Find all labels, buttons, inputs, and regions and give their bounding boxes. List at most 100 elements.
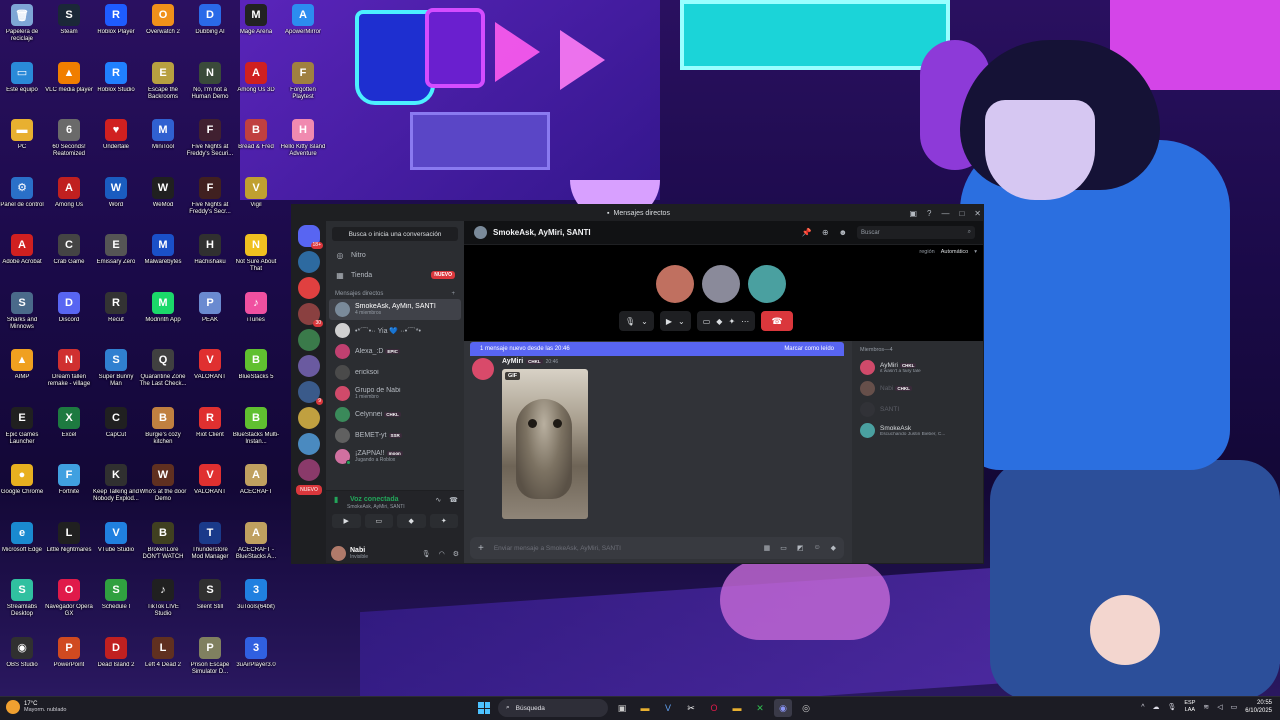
inbox-icon[interactable]: ▣ bbox=[909, 209, 917, 218]
desktop-icon[interactable]: ● Google Chrome bbox=[0, 464, 46, 496]
soundboard-icon[interactable]: ✦ bbox=[728, 317, 735, 326]
server-icon[interactable]: 9 bbox=[298, 381, 323, 405]
desktop-icon[interactable]: W Who's at the door Demo bbox=[139, 464, 187, 503]
desktop-icon[interactable]: P PEAK bbox=[186, 291, 234, 324]
dm-item[interactable]: Celynnei CHKL bbox=[329, 404, 461, 425]
gift-icon[interactable]: ▦ bbox=[764, 544, 771, 552]
desktop-icon[interactable]: N Dream fallen remake - village bbox=[45, 349, 93, 388]
server-icon[interactable] bbox=[298, 459, 320, 481]
desktop-icon[interactable]: A ApowerMirror bbox=[279, 4, 327, 36]
search-input[interactable]: Buscar ⌕ bbox=[857, 226, 975, 239]
member-item[interactable]: AyMiri CHKL it wasn't a fairy tale bbox=[860, 357, 977, 378]
server-icon[interactable] bbox=[298, 329, 320, 351]
dm-item[interactable]: BEMET-yt SSR bbox=[329, 425, 461, 446]
gif-icon[interactable]: ▭ bbox=[780, 544, 787, 552]
server-icon[interactable] bbox=[298, 251, 320, 273]
help-icon[interactable]: ? bbox=[927, 209, 931, 218]
desktop-icon[interactable]: e Microsoft Edge bbox=[0, 521, 46, 554]
desktop-icon[interactable]: S Steam bbox=[45, 4, 93, 36]
desktop-icon[interactable]: ♪ TikTok LIVE Studio bbox=[139, 579, 187, 618]
desktop-icon[interactable]: F Five Nights at Freddy's Secr... bbox=[186, 176, 234, 216]
dm-item[interactable]: Grupo de Nabi 1 miembro bbox=[329, 383, 461, 404]
desktop-icon[interactable]: 3 3uAirPlayer3.0 bbox=[232, 636, 280, 669]
desktop-icon[interactable]: R Riot Client bbox=[186, 406, 234, 439]
desktop-icon[interactable]: R Recut bbox=[92, 291, 140, 324]
desktop-icon[interactable]: E Emissary Zero bbox=[92, 234, 140, 266]
desktop-icon[interactable]: B Bread & Fred bbox=[232, 119, 280, 151]
chevron-up-icon[interactable]: ^ bbox=[1141, 704, 1144, 711]
desktop-icon[interactable]: Q Quarantine Zone The Last Check... bbox=[139, 349, 187, 388]
start-button[interactable] bbox=[475, 699, 493, 717]
desktop-icon[interactable]: X Excel bbox=[45, 406, 93, 439]
microphone-toggle[interactable]: 🎙 ⌄ bbox=[619, 311, 654, 331]
desktop-icon[interactable]: ▲ AIMP bbox=[0, 349, 46, 381]
screen-share-button[interactable]: ▭ bbox=[364, 514, 393, 528]
sidebar-item-shop[interactable]: ▦ Tienda NUEVO bbox=[326, 265, 464, 285]
language-indicator[interactable]: ESP LAA bbox=[1184, 700, 1195, 714]
voice-connected-label[interactable]: Voz conectada bbox=[350, 496, 399, 503]
desktop-icon[interactable]: P PowerPoint bbox=[45, 636, 93, 669]
clock[interactable]: 20:55 6/10/2025 bbox=[1245, 699, 1272, 715]
avatar[interactable] bbox=[331, 546, 346, 561]
desktop-icon[interactable]: E Escape the Backrooms bbox=[139, 61, 187, 101]
server-icon[interactable] bbox=[298, 355, 320, 377]
desktop-icon[interactable]: S Silent Still bbox=[186, 579, 234, 611]
members-list-icon[interactable]: ☻ bbox=[839, 228, 847, 237]
microphone-icon[interactable]: 🎙 bbox=[1168, 703, 1177, 711]
sidebar-item-nitro[interactable]: ◎ Nitro bbox=[326, 245, 464, 265]
capcut-icon[interactable]: ✂ bbox=[682, 699, 700, 717]
desktop-icon[interactable]: W WeMod bbox=[139, 176, 187, 209]
desktop-icon[interactable]: W Word bbox=[92, 176, 140, 209]
vtube-icon[interactable]: V bbox=[659, 699, 677, 717]
desktop-icon[interactable]: ♥ Undertale bbox=[92, 119, 140, 151]
avatar[interactable] bbox=[472, 358, 494, 380]
desktop-icon[interactable]: M MiniTool bbox=[139, 119, 187, 151]
onedrive-icon[interactable]: ☁ bbox=[1153, 703, 1160, 711]
desktop-icon[interactable]: L Little Nightmares bbox=[45, 521, 93, 554]
desktop-icon[interactable]: A ACECRAFT bbox=[232, 464, 280, 496]
xbox-icon[interactable]: ✕ bbox=[751, 699, 769, 717]
desktop-icon[interactable]: S Sharks and Minnows bbox=[0, 291, 46, 331]
folder-icon[interactable]: ▬ bbox=[728, 699, 746, 717]
desktop-icon[interactable]: N Not Sure About That bbox=[232, 234, 280, 273]
activity-button[interactable]: ◆ bbox=[397, 514, 426, 528]
desktop-icon[interactable]: 🗑 Papelera de reciclaje bbox=[0, 4, 46, 43]
attach-icon[interactable]: + bbox=[478, 543, 484, 554]
desktop-icon[interactable]: A ACECRAFT - BlueStacks A... bbox=[232, 521, 280, 561]
sticker-icon[interactable]: ◩ bbox=[797, 544, 804, 552]
discord-home-button[interactable]: 18+ bbox=[298, 225, 323, 249]
desktop-icon[interactable]: R Roblox Player bbox=[92, 4, 140, 36]
minimize-button[interactable]: — bbox=[941, 209, 949, 218]
desktop-icon[interactable]: ▬ PC bbox=[0, 119, 46, 151]
desktop-icon[interactable]: ♪ iTunes bbox=[232, 291, 280, 324]
desktop-icon[interactable]: E Epic Games Launcher bbox=[0, 406, 46, 446]
server-icon[interactable] bbox=[298, 433, 320, 455]
message-composer[interactable]: + Enviar mensaje a SmokeAsk, AyMiri, SAN… bbox=[470, 537, 844, 559]
call-participant-avatar[interactable] bbox=[702, 265, 740, 303]
desktop-icon[interactable]: M Malwarebytes bbox=[139, 234, 187, 266]
volume-icon[interactable]: ◁ bbox=[1217, 703, 1222, 711]
desktop-icon[interactable]: ▲ VLC media player bbox=[45, 61, 93, 94]
find-conversation-button[interactable]: Busca o inicia una conversación bbox=[332, 227, 458, 241]
dm-item[interactable]: SmokeAsk, AyMiri, SANTI 4 miembros bbox=[329, 299, 461, 320]
desktop-icon[interactable]: F Five Nights at Freddy's Securi... bbox=[186, 119, 234, 158]
desktop-icon[interactable]: A Adobe Acrobat bbox=[0, 234, 46, 266]
desktop-icon[interactable]: ◉ OBS Studio bbox=[0, 636, 46, 669]
activity-icon[interactable]: ◆ bbox=[716, 317, 722, 326]
battery-icon[interactable]: ▭ bbox=[1231, 703, 1238, 711]
desktop-icon[interactable]: V VALORANT bbox=[186, 464, 234, 496]
desktop-icon[interactable]: M Modrinth App bbox=[139, 291, 187, 324]
task-view-icon[interactable]: ▣ bbox=[613, 699, 631, 717]
gif-attachment[interactable]: GIF bbox=[502, 369, 588, 519]
dm-item[interactable]: •*´¯`•·· Yia 💙 ··•´¯`*• bbox=[329, 320, 461, 341]
desktop-icon[interactable]: V Vigil bbox=[232, 176, 280, 209]
gear-icon[interactable]: ⚙ bbox=[453, 550, 459, 558]
add-friends-icon[interactable]: ⊕ bbox=[822, 228, 829, 237]
desktop-icon[interactable]: S Super Bunny Man bbox=[92, 349, 140, 388]
disconnect-icon[interactable]: ☎ bbox=[449, 496, 458, 504]
desktop-icon[interactable]: 6 60 Seconds! Reatomized bbox=[45, 119, 93, 158]
chat-title[interactable]: SmokeAsk, AyMiri, SANTI bbox=[493, 228, 591, 237]
desktop-icon[interactable]: A Among Us 3D bbox=[232, 61, 280, 94]
noise-suppression-icon[interactable]: ∿ bbox=[435, 496, 441, 504]
desktop-icon[interactable]: B BrokenLore DON'T WATCH bbox=[139, 521, 187, 561]
